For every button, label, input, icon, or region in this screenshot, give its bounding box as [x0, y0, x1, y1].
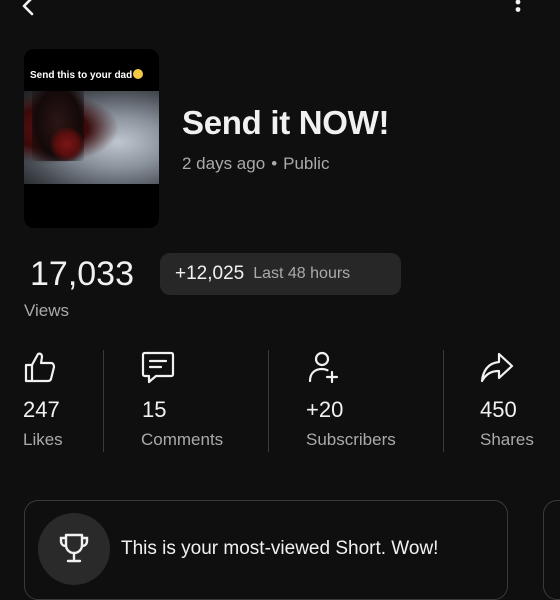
views-delta-badge: +12,025 Last 48 hours	[160, 253, 401, 295]
person-add-icon	[308, 351, 339, 384]
thumbnail-caption: Send this to your dad	[30, 69, 144, 81]
comment-icon	[141, 351, 175, 384]
views-label: Views	[24, 301, 70, 320]
stat-likes[interactable]: 247 Likes	[23, 350, 103, 455]
video-thumbnail[interactable]: Send this to your dad	[24, 49, 159, 228]
back-button[interactable]	[14, 0, 44, 22]
stat-shares[interactable]: 450 Shares	[480, 350, 560, 455]
stat-subscribers[interactable]: +20 Subscribers	[306, 350, 436, 455]
thumbs-up-icon	[24, 352, 56, 383]
stat-divider	[103, 350, 104, 452]
views-delta-value: +12,025	[175, 263, 245, 284]
likes-value: 247	[23, 397, 60, 422]
views-delta-period: Last 48 hours	[253, 265, 351, 282]
video-meta: 2 days ago • Public	[182, 154, 329, 174]
visibility-status: Public	[283, 154, 330, 173]
stat-divider	[443, 350, 444, 452]
more-options-button[interactable]	[505, 0, 531, 22]
chevron-left-icon	[22, 0, 34, 16]
thumbnail-image	[24, 91, 159, 184]
shares-value: 450	[480, 397, 517, 422]
subscribers-label: Subscribers	[306, 430, 396, 449]
more-vertical-icon	[515, 0, 521, 12]
share-icon	[480, 352, 514, 383]
comments-label: Comments	[141, 430, 224, 449]
upload-age: 2 days ago	[182, 154, 266, 173]
trophy-badge	[38, 513, 110, 585]
subscribers-value: +20	[306, 397, 344, 422]
views-count: 17,033	[30, 255, 134, 293]
meta-separator: •	[271, 154, 278, 173]
stat-comments[interactable]: 15 Comments	[141, 350, 261, 455]
next-insight-card[interactable]	[543, 500, 560, 600]
likes-label: Likes	[23, 430, 63, 449]
comments-value: 15	[142, 397, 167, 422]
insight-text: This is your most-viewed Short. Wow!	[121, 538, 439, 559]
grimace-emoji-icon	[133, 69, 144, 79]
shares-label: Shares	[480, 430, 534, 449]
stat-divider	[268, 350, 269, 452]
video-title: Send it NOW!	[182, 104, 390, 141]
